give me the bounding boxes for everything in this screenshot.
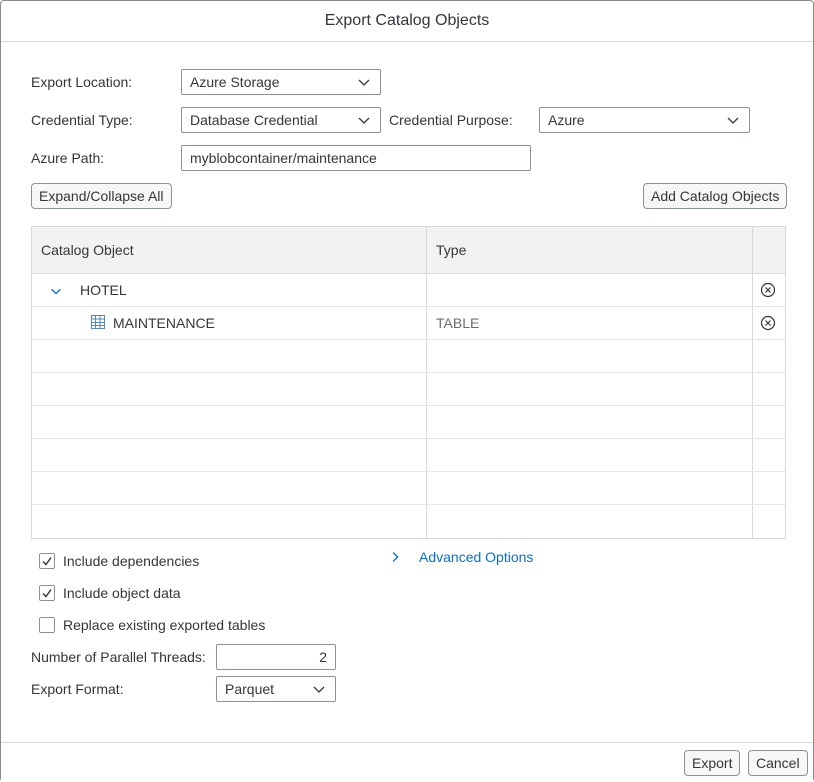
chevron-down-icon[interactable]	[49, 284, 63, 298]
row-name: MAINTENANCE	[113, 315, 215, 331]
include-dependencies-label[interactable]: Include dependencies	[63, 552, 199, 570]
export-format-select[interactable]: Parquet	[216, 676, 336, 702]
replace-existing-checkbox[interactable]	[39, 617, 55, 633]
chevron-down-icon	[358, 117, 370, 124]
remove-circle-icon[interactable]	[760, 282, 776, 298]
checkmark-icon	[42, 589, 52, 598]
export-catalog-dialog: Export Catalog Objects Export Location: …	[0, 0, 814, 782]
export-location-label: Export Location:	[31, 74, 133, 90]
catalog-objects-table: Catalog Object Type HOTEL MAINTENANCE TA…	[31, 226, 786, 539]
credential-purpose-select[interactable]: Azure	[539, 107, 750, 133]
dialog-footer: Export Cancel	[1, 742, 813, 782]
checkmark-icon	[42, 557, 52, 566]
remove-circle-icon[interactable]	[760, 315, 776, 331]
chevron-down-icon	[727, 117, 739, 124]
chevron-right-icon[interactable]	[388, 550, 402, 564]
row-type: TABLE	[436, 315, 480, 331]
column-header-type: Type	[436, 242, 467, 258]
empty-row	[32, 340, 785, 373]
row-name: HOTEL	[80, 282, 127, 298]
chevron-down-icon	[358, 79, 370, 86]
chevron-down-icon	[313, 686, 325, 693]
empty-row	[32, 472, 785, 505]
credential-purpose-value: Azure	[548, 112, 585, 128]
table-icon	[91, 315, 105, 329]
export-format-value: Parquet	[225, 681, 275, 697]
dialog-title: Export Catalog Objects	[324, 12, 490, 29]
azure-path-input[interactable]	[181, 145, 531, 171]
empty-row	[32, 406, 785, 439]
table-row[interactable]: MAINTENANCE TABLE	[32, 307, 785, 340]
credential-type-label: Credential Type:	[31, 112, 133, 128]
parallel-threads-label: Number of Parallel Threads:	[31, 649, 206, 665]
dialog-header: Export Catalog Objects	[1, 1, 813, 42]
credential-type-value: Database Credential	[190, 112, 318, 128]
include-object-data-label[interactable]: Include object data	[63, 584, 181, 602]
empty-row	[32, 373, 785, 406]
include-dependencies-checkbox[interactable]	[39, 553, 55, 569]
export-format-label: Export Format:	[31, 681, 124, 697]
expand-collapse-all-button[interactable]: Expand/Collapse All	[31, 183, 172, 209]
credential-type-select[interactable]: Database Credential	[181, 107, 381, 133]
column-header-catalog-object: Catalog Object	[41, 242, 134, 258]
export-location-select[interactable]: Azure Storage	[181, 69, 381, 95]
cancel-button[interactable]: Cancel	[748, 750, 808, 776]
export-location-value: Azure Storage	[190, 74, 280, 90]
replace-existing-label[interactable]: Replace existing exported tables	[63, 616, 265, 634]
empty-row	[32, 505, 785, 538]
table-row[interactable]: HOTEL	[32, 274, 785, 307]
include-object-data-checkbox[interactable]	[39, 585, 55, 601]
table-header: Catalog Object Type	[32, 227, 785, 274]
advanced-options-link[interactable]: Advanced Options	[419, 548, 533, 566]
add-catalog-objects-button[interactable]: Add Catalog Objects	[643, 183, 788, 209]
credential-purpose-label: Credential Purpose:	[389, 112, 513, 128]
azure-path-label: Azure Path:	[31, 150, 105, 166]
empty-row	[32, 439, 785, 472]
parallel-threads-input[interactable]	[216, 644, 336, 670]
export-button[interactable]: Export	[684, 750, 741, 776]
